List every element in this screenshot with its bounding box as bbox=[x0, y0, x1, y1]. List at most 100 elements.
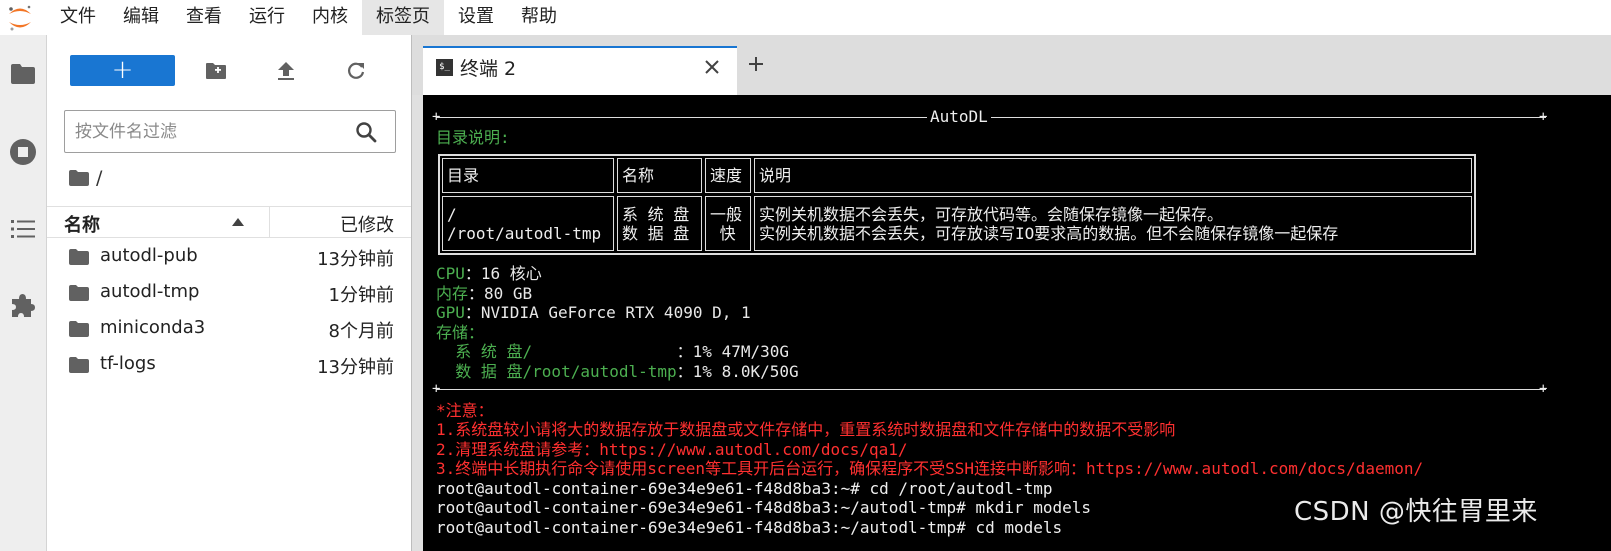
file-filter-box bbox=[64, 110, 396, 153]
upload-icon bbox=[278, 62, 294, 80]
puzzle-icon bbox=[12, 294, 35, 317]
rule-corner: + bbox=[432, 109, 441, 125]
mem-label: 内存 bbox=[436, 284, 469, 303]
data-disk-label: 数 据 盘/root/autodl-tmp bbox=[436, 362, 677, 381]
file-browser-tab[interactable] bbox=[6, 57, 40, 91]
new-folder-icon bbox=[206, 63, 226, 79]
menu-kernel[interactable]: 内核 bbox=[299, 0, 361, 35]
file-row[interactable]: miniconda3 8个月前 bbox=[47, 311, 411, 347]
new-folder-button[interactable] bbox=[199, 56, 233, 86]
menu-settings[interactable]: 设置 bbox=[445, 0, 507, 35]
sys-disk-line: 系 统 盘/ ：1% 47M/30G bbox=[436, 342, 789, 361]
banner-rule-bottom bbox=[436, 389, 1546, 390]
list-icon bbox=[11, 220, 35, 238]
search-icon bbox=[356, 122, 377, 143]
table-cell-dirs: / /root/autodl-tmp bbox=[442, 196, 614, 251]
menu-view[interactable]: 查看 bbox=[173, 0, 235, 35]
file-modified: 13分钟前 bbox=[317, 357, 394, 378]
table-header-dir: 目录 bbox=[442, 158, 614, 193]
watermark: CSDN @快往胃里来 bbox=[1294, 497, 1538, 527]
file-row[interactable]: autodl-tmp 1分钟前 bbox=[47, 275, 411, 311]
dir-heading: 目录说明: bbox=[436, 128, 510, 147]
file-name: tf-logs bbox=[100, 353, 156, 374]
stop-circle-icon bbox=[10, 139, 36, 165]
cpu-value: ：16 核心 bbox=[464, 264, 542, 283]
sys-disk-label: 系 统 盘/ bbox=[436, 342, 677, 361]
file-modified: 1分钟前 bbox=[328, 285, 394, 306]
sort-ascending-icon[interactable] bbox=[232, 218, 244, 226]
menu-edit[interactable]: 编辑 bbox=[110, 0, 172, 35]
banner-title: AutoDL bbox=[927, 108, 991, 126]
table-header-desc: 说明 bbox=[754, 158, 1472, 193]
menu-help[interactable]: 帮助 bbox=[508, 0, 570, 35]
menu-file[interactable]: 文件 bbox=[47, 0, 109, 35]
folder-icon bbox=[69, 357, 89, 373]
add-tab-button[interactable] bbox=[738, 46, 773, 81]
column-modified-header[interactable]: 已修改 bbox=[340, 211, 394, 237]
refresh-icon bbox=[348, 62, 365, 79]
column-divider[interactable] bbox=[269, 207, 270, 238]
jupyter-logo-icon bbox=[9, 5, 31, 31]
running-sessions-tab[interactable] bbox=[6, 135, 40, 169]
file-filter-input[interactable] bbox=[75, 117, 345, 147]
notice-line-3: 3.终端中长期执行命令请使用screen等工具开后台运行，确保程序不受SSH连接… bbox=[436, 459, 1424, 478]
cpu-line: CPU：16 核心 bbox=[436, 264, 542, 283]
new-launcher-button[interactable]: + bbox=[70, 55, 175, 86]
terminal-icon: $_ bbox=[436, 59, 453, 76]
tab-bar: $_ 终端 2 bbox=[412, 35, 1611, 95]
file-modified: 13分钟前 bbox=[317, 249, 394, 270]
rule-corner: + bbox=[432, 381, 441, 397]
storage-label: 存储： bbox=[436, 323, 485, 342]
table-cell-names: 系 统 盘 数 据 盘 bbox=[617, 196, 702, 251]
tab-terminal-2[interactable]: $_ 终端 2 bbox=[423, 46, 737, 95]
table-header-speed: 速度 bbox=[705, 158, 751, 193]
folder-icon bbox=[69, 321, 89, 337]
terminal-output[interactable]: + + AutoDL 目录说明: 目录 名称 速度 说明 / /root/aut… bbox=[423, 95, 1611, 551]
menu-run[interactable]: 运行 bbox=[236, 0, 298, 35]
breadcrumb[interactable]: / bbox=[69, 165, 102, 191]
file-browser-panel: + / 名称 已修改 bbox=[47, 35, 412, 551]
table-cell-speed: 一般 快 bbox=[705, 196, 751, 251]
file-name: autodl-tmp bbox=[100, 281, 200, 302]
file-modified: 8个月前 bbox=[328, 321, 394, 342]
file-name: autodl-pub bbox=[100, 245, 198, 266]
column-name-header[interactable]: 名称 bbox=[64, 211, 100, 237]
menu-bar: 文件 编辑 查看 运行 内核 标签页 设置 帮助 bbox=[0, 0, 1611, 35]
folder-icon bbox=[11, 64, 35, 84]
activity-bar bbox=[0, 35, 47, 551]
directory-table: 目录 名称 速度 说明 / /root/autodl-tmp 系 统 盘 数 据… bbox=[438, 154, 1476, 255]
command-line: root@autodl-container-69e34e9e61-f48d8ba… bbox=[436, 518, 1063, 537]
folder-icon bbox=[69, 285, 89, 301]
folder-icon bbox=[69, 170, 89, 186]
extensions-tab[interactable] bbox=[6, 288, 40, 322]
gpu-line: GPU：NVIDIA GeForce RTX 4090 D, 1 bbox=[436, 303, 751, 322]
table-header-name: 名称 bbox=[617, 158, 702, 193]
data-disk-line: 数 据 盘/root/autodl-tmp：1% 8.0K/50G bbox=[436, 362, 799, 381]
mem-line: 内存：80 GB bbox=[436, 284, 532, 303]
menu-tabs[interactable]: 标签页 bbox=[362, 0, 444, 35]
data-disk-value: ：1% 8.0K/50G bbox=[676, 362, 799, 381]
upload-button[interactable] bbox=[269, 56, 303, 86]
file-list-header: 名称 已修改 bbox=[47, 206, 411, 238]
folder-icon bbox=[69, 249, 89, 265]
command-line: root@autodl-container-69e34e9e61-f48d8ba… bbox=[436, 498, 1092, 517]
cpu-label: CPU bbox=[436, 264, 465, 283]
notice-title: *注意： bbox=[436, 401, 494, 420]
file-name: miniconda3 bbox=[100, 317, 206, 338]
command-palette-tab[interactable] bbox=[6, 212, 40, 246]
banner-rule-top bbox=[436, 117, 1546, 118]
refresh-button[interactable] bbox=[339, 56, 373, 86]
mem-value: ：80 GB bbox=[468, 284, 533, 303]
gpu-value: ：NVIDIA GeForce RTX 4090 D, 1 bbox=[464, 303, 751, 322]
file-row[interactable]: autodl-pub 13分钟前 bbox=[47, 239, 411, 275]
rule-corner: + bbox=[1539, 381, 1548, 397]
notice-line-1: 1.系统盘较小请将大的数据存放于数据盘或文件存储中，重置系统时数据盘和文件存储中… bbox=[436, 420, 1176, 439]
rule-corner: + bbox=[1539, 109, 1548, 125]
breadcrumb-root[interactable]: / bbox=[96, 167, 102, 189]
plus-icon bbox=[748, 56, 763, 71]
file-row[interactable]: tf-logs 13分钟前 bbox=[47, 347, 411, 383]
close-icon[interactable] bbox=[703, 58, 721, 76]
sys-disk-value: ：1% 47M/30G bbox=[676, 342, 790, 361]
main-dock: $_ 终端 2 + + AutoDL 目录说明: 目录 名称 速度 说明 / /… bbox=[412, 35, 1611, 551]
table-cell-desc: 实例关机数据不会丢失，可存放代码等。会随保存镜像一起保存。 实例关机数据不会丢失… bbox=[754, 196, 1472, 251]
